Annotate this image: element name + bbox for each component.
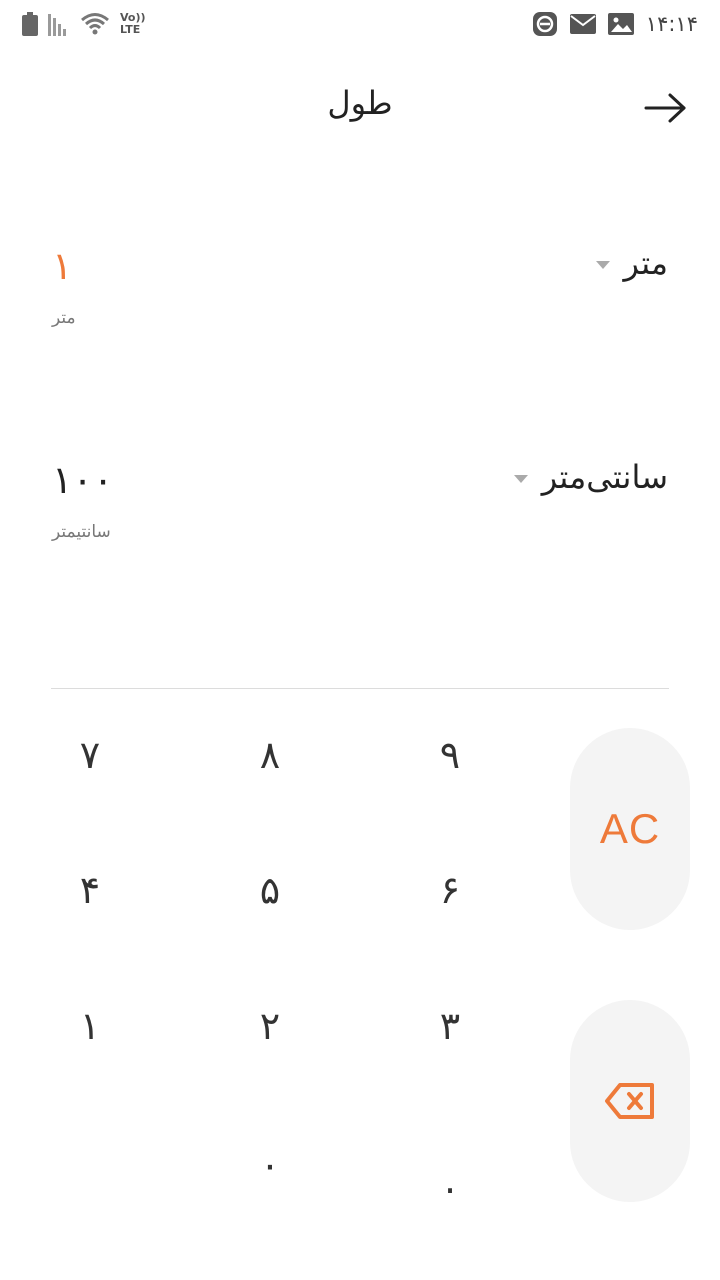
key-7[interactable]: ۷	[25, 705, 155, 805]
to-unit-name: سانتی‌متر	[541, 458, 668, 496]
mail-icon	[569, 11, 596, 37]
wifi-icon	[81, 13, 109, 35]
keypad-divider	[51, 688, 669, 689]
status-bar: Vo)) LTE ۱۴:۱۴	[0, 0, 720, 48]
status-time: ۱۴:۱۴	[645, 12, 698, 36]
key-4[interactable]: ۴	[25, 840, 155, 940]
key-3[interactable]: ۳	[385, 976, 515, 1076]
from-unit-label: متر	[52, 308, 76, 328]
chevron-down-icon	[595, 261, 610, 269]
key-6[interactable]: ۶	[385, 840, 515, 940]
key-8[interactable]: ۸	[205, 705, 335, 805]
chevron-down-icon	[513, 475, 528, 483]
gallery-icon	[607, 11, 634, 37]
backspace-button[interactable]	[570, 1000, 690, 1202]
key-0[interactable]: ۰	[205, 1115, 335, 1215]
arrow-right-icon[interactable]	[642, 88, 690, 128]
to-value[interactable]: ۱۰۰	[52, 458, 113, 502]
app-header: طول	[0, 60, 720, 152]
key-5[interactable]: ۵	[205, 840, 335, 940]
from-unit-dropdown[interactable]: متر	[595, 244, 668, 282]
key-9[interactable]: ۹	[385, 705, 515, 805]
from-value[interactable]: ۱	[52, 244, 72, 288]
lte-label: LTE	[120, 23, 141, 36]
signal-icon	[48, 14, 66, 36]
page-title: طول	[327, 84, 393, 122]
backspace-icon	[605, 1083, 654, 1119]
volte-indicator: Vo)) LTE	[120, 12, 146, 36]
key-2[interactable]: ۲	[205, 976, 335, 1076]
battery-icon	[22, 12, 38, 36]
to-unit-label: سانتیمتر	[52, 522, 111, 542]
key-1[interactable]: ۱	[25, 976, 155, 1076]
from-unit-row: متر ۱ متر	[0, 244, 720, 364]
to-unit-row: سانتی‌متر ۱۰۰ سانتیمتر	[0, 458, 720, 578]
from-unit-name: متر	[623, 244, 668, 282]
to-unit-dropdown[interactable]: سانتی‌متر	[513, 458, 668, 496]
app-notification-icon	[532, 11, 558, 37]
key-decimal[interactable]: .	[385, 1130, 515, 1230]
clear-button-label: AC	[599, 805, 661, 852]
clear-button[interactable]: AC	[570, 728, 690, 930]
